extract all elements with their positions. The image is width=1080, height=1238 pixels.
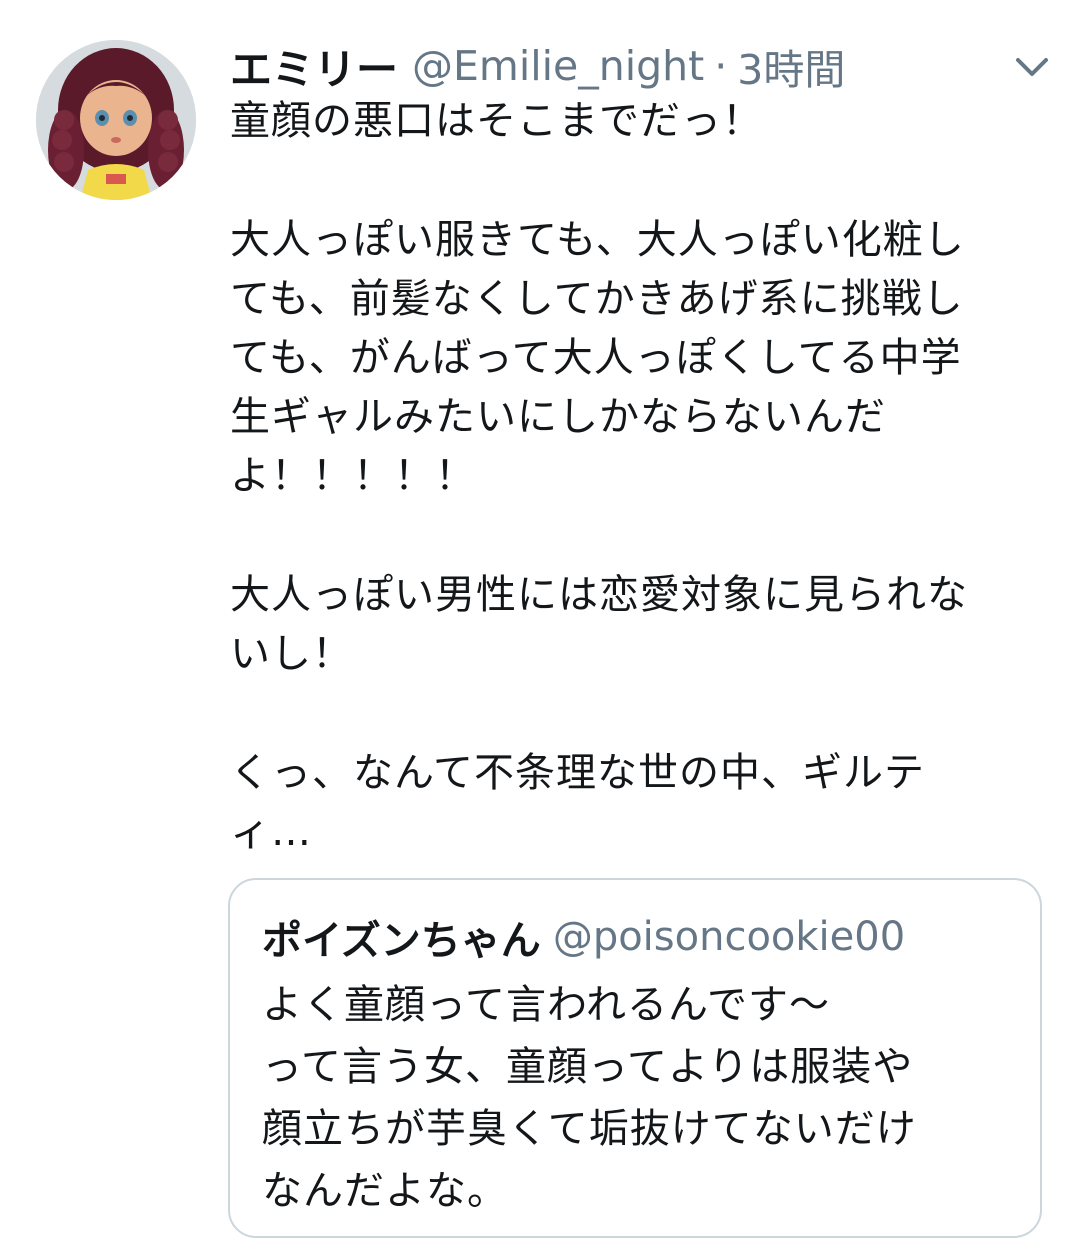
tweet-text-blank bbox=[230, 684, 1050, 744]
tweet[interactable]: エミリー @Emilie_night · 3時間 童顔の悪口はそこまでだっ！ 大… bbox=[0, 0, 1080, 1238]
tweet-header: エミリー @Emilie_night · 3時間 bbox=[230, 36, 845, 96]
quoted-text-line: 顔立ちが芋臭くて垢抜けてないだけ bbox=[262, 1106, 917, 1152]
tweet-text-line: ても、前髪なくしてかきあげ系に挑戦し bbox=[230, 276, 964, 322]
doll-avatar-icon bbox=[36, 40, 196, 200]
chevron-down-icon[interactable] bbox=[1010, 44, 1054, 88]
tweet-text-blank bbox=[230, 151, 1050, 211]
quoted-text-line: って言う女、童顔ってよりは服装や bbox=[262, 1044, 914, 1090]
timestamp[interactable]: 3時間 bbox=[737, 36, 845, 96]
tweet-text-blank bbox=[230, 506, 1050, 566]
quoted-tweet[interactable]: ポイズンちゃん @poisoncookie00 よく童顔って言われるんです〜 っ… bbox=[228, 878, 1042, 1238]
quoted-tweet-header: ポイズンちゃん @poisoncookie00 bbox=[262, 908, 905, 966]
user-handle[interactable]: @Emilie_night bbox=[412, 42, 704, 90]
tweet-text: 童顔の悪口はそこまでだっ！ 大人っぽい服きても、大人っぽい化粧し ても、前髪なく… bbox=[230, 92, 1050, 862]
quoted-text-line: なんだよな。 bbox=[262, 1168, 508, 1214]
tweet-text-line: ても、がんばって大人っぽくしてる中学 bbox=[230, 335, 962, 381]
tweet-text-line: よ！！！！！ bbox=[230, 453, 476, 499]
tweet-text-line: 生ギャルみたいにしかならないんだ bbox=[230, 394, 886, 440]
tweet-text-line: いし！ bbox=[230, 631, 353, 677]
tweet-text-line: 大人っぽい服きても、大人っぽい化粧し bbox=[230, 217, 965, 263]
quoted-user-handle: @poisoncookie00 bbox=[552, 914, 906, 960]
tweet-text-line: 童顔の悪口はそこまでだっ！ bbox=[230, 98, 763, 144]
tweet-text-line: 大人っぽい男性には恋愛対象に見られな bbox=[230, 572, 968, 618]
quoted-text-line: よく童顔って言われるんです〜 bbox=[262, 982, 830, 1028]
quoted-display-name: ポイズンちゃん bbox=[262, 918, 541, 964]
tweet-text-line: くっ、なんて不条理な世の中、ギルテ bbox=[230, 750, 925, 796]
display-name[interactable]: エミリー bbox=[230, 36, 398, 97]
tweet-text-line: ィ… bbox=[230, 809, 312, 855]
separator-dot: · bbox=[714, 42, 728, 90]
avatar[interactable] bbox=[36, 40, 196, 200]
quoted-tweet-text: よく童顔って言われるんです〜 って言う女、童顔ってよりは服装や 顔立ちが芋臭くて… bbox=[262, 974, 1022, 1222]
